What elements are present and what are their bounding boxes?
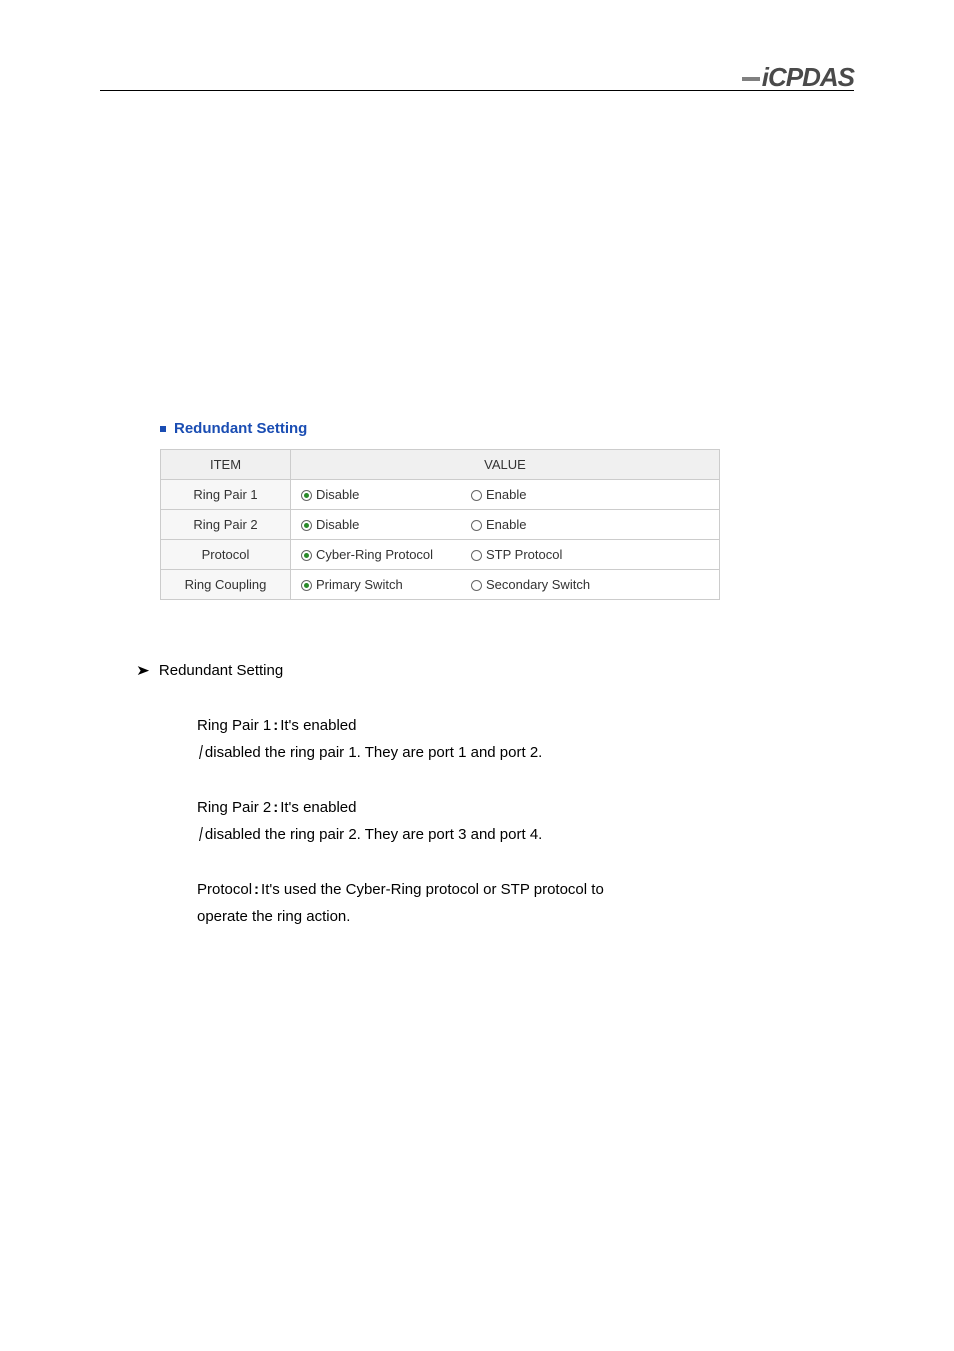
value-cell: Disable Enable [291,480,720,510]
radio-icon [301,550,312,561]
def-line: Protocol:It's used the Cyber-Ring protoc… [197,876,777,903]
colon-icon: : [271,712,280,739]
item-cell: Ring Pair 2 [161,510,291,540]
radio-label: Enable [486,517,526,532]
radio-label: Disable [316,517,359,532]
ring-coupling-primary-radio[interactable]: Primary Switch [301,577,471,592]
radio-icon [301,580,312,591]
radio-icon [471,490,482,501]
slash-icon: / [197,735,205,770]
def-label: Ring Pair 1 [197,717,271,734]
chevron-right-icon: ➤ [136,658,150,683]
radio-label: Disable [316,487,359,502]
def-text: disabled the ring pair 2. They are port … [205,826,542,843]
def-label: Ring Pair 2 [197,799,271,816]
item-cell: Ring Pair 1 [161,480,291,510]
radio-icon [471,580,482,591]
def-ring-pair-1: Ring Pair 1:It's enabled/disabled the ri… [197,712,777,766]
protocol-cyberring-radio[interactable]: Cyber-Ring Protocol [301,547,471,562]
def-ring-pair-2: Ring Pair 2:It's enabled/disabled the ri… [197,794,777,848]
redundant-setting-table: ITEM VALUE Ring Pair 1DisableEnableRing … [160,449,720,600]
value-cell: Primary Switch Secondary Switch [291,570,720,600]
item-cell: Ring Coupling [161,570,291,600]
radio-icon [301,520,312,531]
brand-logo-text: iCPDAS [762,62,854,92]
table-row: Protocol Cyber-Ring Protocol STP Protocol [161,540,720,570]
value-cell: Cyber-Ring Protocol STP Protocol [291,540,720,570]
panel-title-row: Redundant Setting [160,420,720,437]
panel-bullet-icon [160,426,166,432]
header-item: ITEM [161,450,291,480]
def-text: disabled the ring pair 1. They are port … [205,744,542,761]
ring-coupling-secondary-radio[interactable]: Secondary Switch [471,577,641,592]
section-heading: Redundant Setting [159,662,283,679]
colon-icon: : [252,876,261,903]
def-protocol: Protocol:It's used the Cyber-Ring protoc… [197,876,777,930]
radio-label: STP Protocol [486,547,562,562]
def-text: It's enabled [280,717,356,734]
colon-icon: : [271,794,280,821]
table-row: Ring Pair 1 Disable Enable [161,480,720,510]
header-value: VALUE [291,450,720,480]
def-line: operate the ring action. [197,903,777,930]
radio-label: Cyber-Ring Protocol [316,547,433,562]
section-block: ➤ Redundant Setting Ring Pair 1:It's ena… [137,657,777,930]
radio-label: Enable [486,487,526,502]
def-line: Ring Pair 1:It's enabled [197,712,777,739]
redundant-setting-panel: Redundant Setting ITEM VALUE Ring Pair 1… [160,420,720,600]
section-heading-row: ➤ Redundant Setting [137,657,777,684]
def-label: Protocol [197,881,252,898]
value-cell: Disable Enable [291,510,720,540]
table-header-row: ITEM VALUE [161,450,720,480]
protocol-stp-radio[interactable]: STP Protocol [471,547,641,562]
logo-bar-icon [742,77,760,81]
def-line: /disabled the ring pair 2. They are port… [197,821,777,848]
radio-icon [301,490,312,501]
header-divider [100,90,854,91]
item-cell: Protocol [161,540,291,570]
panel-title: Redundant Setting [174,420,307,437]
radio-label: Primary Switch [316,577,403,592]
radio-icon [471,550,482,561]
def-line: Ring Pair 2:It's enabled [197,794,777,821]
brand-logo: iCPDAS [742,62,854,93]
radio-label: Secondary Switch [486,577,590,592]
radio-icon [471,520,482,531]
ring-pair-2-disable-radio[interactable]: Disable [301,517,471,532]
table-row: Ring Coupling Primary Switch Secondary Swi… [161,570,720,600]
slash-icon: / [197,817,205,852]
ring-pair-1-disable-radio[interactable]: Disable [301,487,471,502]
ring-pair-2-enable-radio[interactable]: Enable [471,517,641,532]
def-line: /disabled the ring pair 1. They are port… [197,739,777,766]
ring-pair-1-enable-radio[interactable]: Enable [471,487,641,502]
table-row: Ring Pair 2 Disable Enable [161,510,720,540]
def-text: It's used the Cyber-Ring protocol or STP… [261,881,604,898]
def-text: It's enabled [280,799,356,816]
